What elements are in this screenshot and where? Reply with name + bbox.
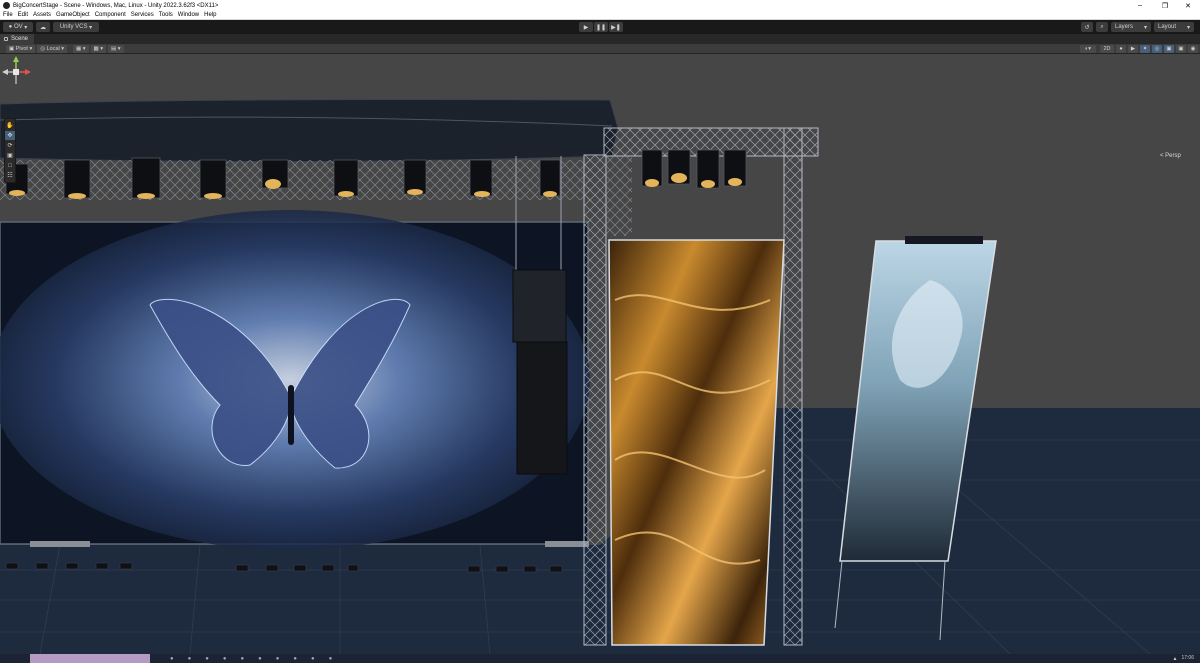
layout-dropdown[interactable]: Layout ▾ xyxy=(1154,22,1194,32)
account-button[interactable]: ● OV ▾ xyxy=(3,22,33,32)
network-icon[interactable]: ▲ xyxy=(1173,656,1178,662)
search-button[interactable]: ⌕ xyxy=(1096,22,1108,32)
gizmos-dropdown[interactable]: ◉ xyxy=(1188,45,1198,53)
eye-icon: ◎ xyxy=(1154,46,1160,52)
menu-bar: File Edit Assets GameObject Component Se… xyxy=(0,11,1200,20)
play-button[interactable]: ▶ xyxy=(579,22,593,32)
hidden-objects-toggle[interactable]: ◎ xyxy=(1152,45,1162,53)
tool-palette: ✋ ✥ ⟳ ▣ □ ☷ xyxy=(4,118,16,183)
scale-tool-icon[interactable]: ▣ xyxy=(5,151,15,160)
menu-tools[interactable]: Tools xyxy=(159,12,173,18)
playback-controls: ▶ ❚❚ ▶❚ xyxy=(578,22,623,32)
layers-dropdown[interactable]: Layers ▾ xyxy=(1111,22,1151,32)
scene-view-options: ◐▾ 2D ● ▶ ✦ ◎ ▣ ▣ ◉ xyxy=(1078,45,1198,53)
projection-label[interactable]: < Persp xyxy=(1160,153,1181,159)
close-button[interactable]: ✕ xyxy=(1176,0,1200,11)
draw-mode-dropdown[interactable]: ◐▾ xyxy=(1080,45,1096,53)
gizmos-toggle[interactable]: ▣ xyxy=(1176,45,1186,53)
app-icon[interactable]: ● xyxy=(276,656,280,662)
effects-toggle[interactable]: ✦ xyxy=(1140,45,1150,53)
app-icon[interactable]: ● xyxy=(170,656,174,662)
snap-increment-button[interactable]: ▩ ▾ xyxy=(90,44,107,53)
menu-gameobject[interactable]: GameObject xyxy=(56,12,90,18)
scene-render xyxy=(0,99,1200,654)
app-icon[interactable]: ● xyxy=(329,656,333,662)
scene-viewport[interactable]: ✋ ✥ ⟳ ▣ □ ☷ < Persp xyxy=(0,54,1200,654)
step-button[interactable]: ▶❚ xyxy=(609,22,623,32)
snap-icon: ▩ ▾ xyxy=(93,45,104,52)
minimize-button[interactable]: – xyxy=(1128,0,1152,11)
app-icon[interactable]: ● xyxy=(241,656,245,662)
taskbar-search-box[interactable] xyxy=(30,654,150,663)
speaker-icon: ▶ xyxy=(1130,46,1136,52)
os-taskbar: ● ● ● ● ● ● ● ● ● ● ▲ 17:06 xyxy=(0,654,1200,663)
transform-tool-icon[interactable]: ☷ xyxy=(5,171,15,180)
shading-sphere-icon: ◐▾ xyxy=(1084,46,1092,52)
app-icon[interactable]: ● xyxy=(223,656,227,662)
rotate-tool-icon[interactable]: ⟳ xyxy=(5,141,15,150)
tab-scene[interactable]: Scene xyxy=(0,34,35,44)
camera-settings-button[interactable]: ▣ xyxy=(1164,45,1174,53)
menu-edit[interactable]: Edit xyxy=(18,12,28,18)
menu-services[interactable]: Services xyxy=(131,12,154,18)
cloud-button[interactable]: ☁ xyxy=(36,22,50,32)
search-icon: ⌕ xyxy=(1100,23,1104,30)
unity-logo-icon xyxy=(3,2,10,9)
ruler-icon: ▤ ▾ xyxy=(111,45,121,52)
app-icon[interactable]: ● xyxy=(205,656,209,662)
system-tray: ▲ 17:06 xyxy=(1173,654,1194,663)
app-icon[interactable]: ● xyxy=(188,656,192,662)
toolbar-right: ↺ ⌕ Layers ▾ Layout ▾ xyxy=(1078,22,1194,32)
toggle-2d-button[interactable]: 2D xyxy=(1100,45,1114,53)
move-tool-icon[interactable]: ✥ xyxy=(5,131,15,140)
app-icon[interactable]: ● xyxy=(311,656,315,662)
effects-icon: ✦ xyxy=(1142,46,1148,52)
history-icon: ↺ xyxy=(1084,24,1090,31)
window-title: BigConcertStage - Scene - Windows, Mac, … xyxy=(13,2,219,9)
clock[interactable]: 17:06 xyxy=(1181,656,1194,661)
chevron-down-icon: ▾ xyxy=(1143,24,1147,31)
gizmo-icon: ▣ xyxy=(1178,46,1184,52)
tab-bar: Scene xyxy=(0,34,1200,44)
scene-toolbar: ▣ Pivot ▾ ◎ Local ▾ ▦ ▾ ▩ ▾ ▤ ▾ ◐▾ 2D ● … xyxy=(0,44,1200,54)
hand-tool-icon[interactable]: ✋ xyxy=(5,121,15,130)
lighting-toggle[interactable]: ● xyxy=(1116,45,1126,53)
history-button[interactable]: ↺ xyxy=(1081,22,1093,32)
scene-tab-icon xyxy=(4,37,8,41)
menu-component[interactable]: Component xyxy=(95,12,126,18)
rect-tool-icon[interactable]: □ xyxy=(5,161,15,170)
menu-help[interactable]: Help xyxy=(204,12,216,18)
camera-icon: ▣ xyxy=(1166,46,1172,52)
incremental-snap-button[interactable]: ▤ ▾ xyxy=(108,44,124,53)
menu-window[interactable]: Window xyxy=(178,12,199,18)
window-titlebar: BigConcertStage - Scene - Windows, Mac, … xyxy=(0,0,1200,11)
app-icon[interactable]: ● xyxy=(258,656,262,662)
app-icon[interactable]: ● xyxy=(293,656,297,662)
menu-file[interactable]: File xyxy=(3,12,13,18)
pivot-dropdown[interactable]: ▣ Pivot ▾ xyxy=(6,44,36,53)
menu-assets[interactable]: Assets xyxy=(33,12,51,18)
globe-icon: ◉ xyxy=(1190,46,1196,52)
grid-snap-button[interactable]: ▦ ▾ xyxy=(73,44,89,53)
pause-button[interactable]: ❚❚ xyxy=(594,22,608,32)
local-dropdown[interactable]: ◎ Local ▾ xyxy=(37,44,68,53)
cloud-icon: ☁ xyxy=(40,24,46,31)
audio-toggle[interactable]: ▶ xyxy=(1128,45,1138,53)
taskbar-apps: ● ● ● ● ● ● ● ● ● ● xyxy=(170,656,332,662)
orientation-gizmo[interactable] xyxy=(0,54,32,88)
grid-icon: ▦ ▾ xyxy=(76,45,86,52)
maximize-button[interactable]: ❐ xyxy=(1153,0,1177,11)
chevron-down-icon: ▾ xyxy=(1186,24,1190,31)
vcs-button[interactable]: Unity VCS ▾ xyxy=(53,22,99,32)
pivot-icon: ▣ xyxy=(9,45,16,52)
bulb-icon: ● xyxy=(1119,46,1123,52)
